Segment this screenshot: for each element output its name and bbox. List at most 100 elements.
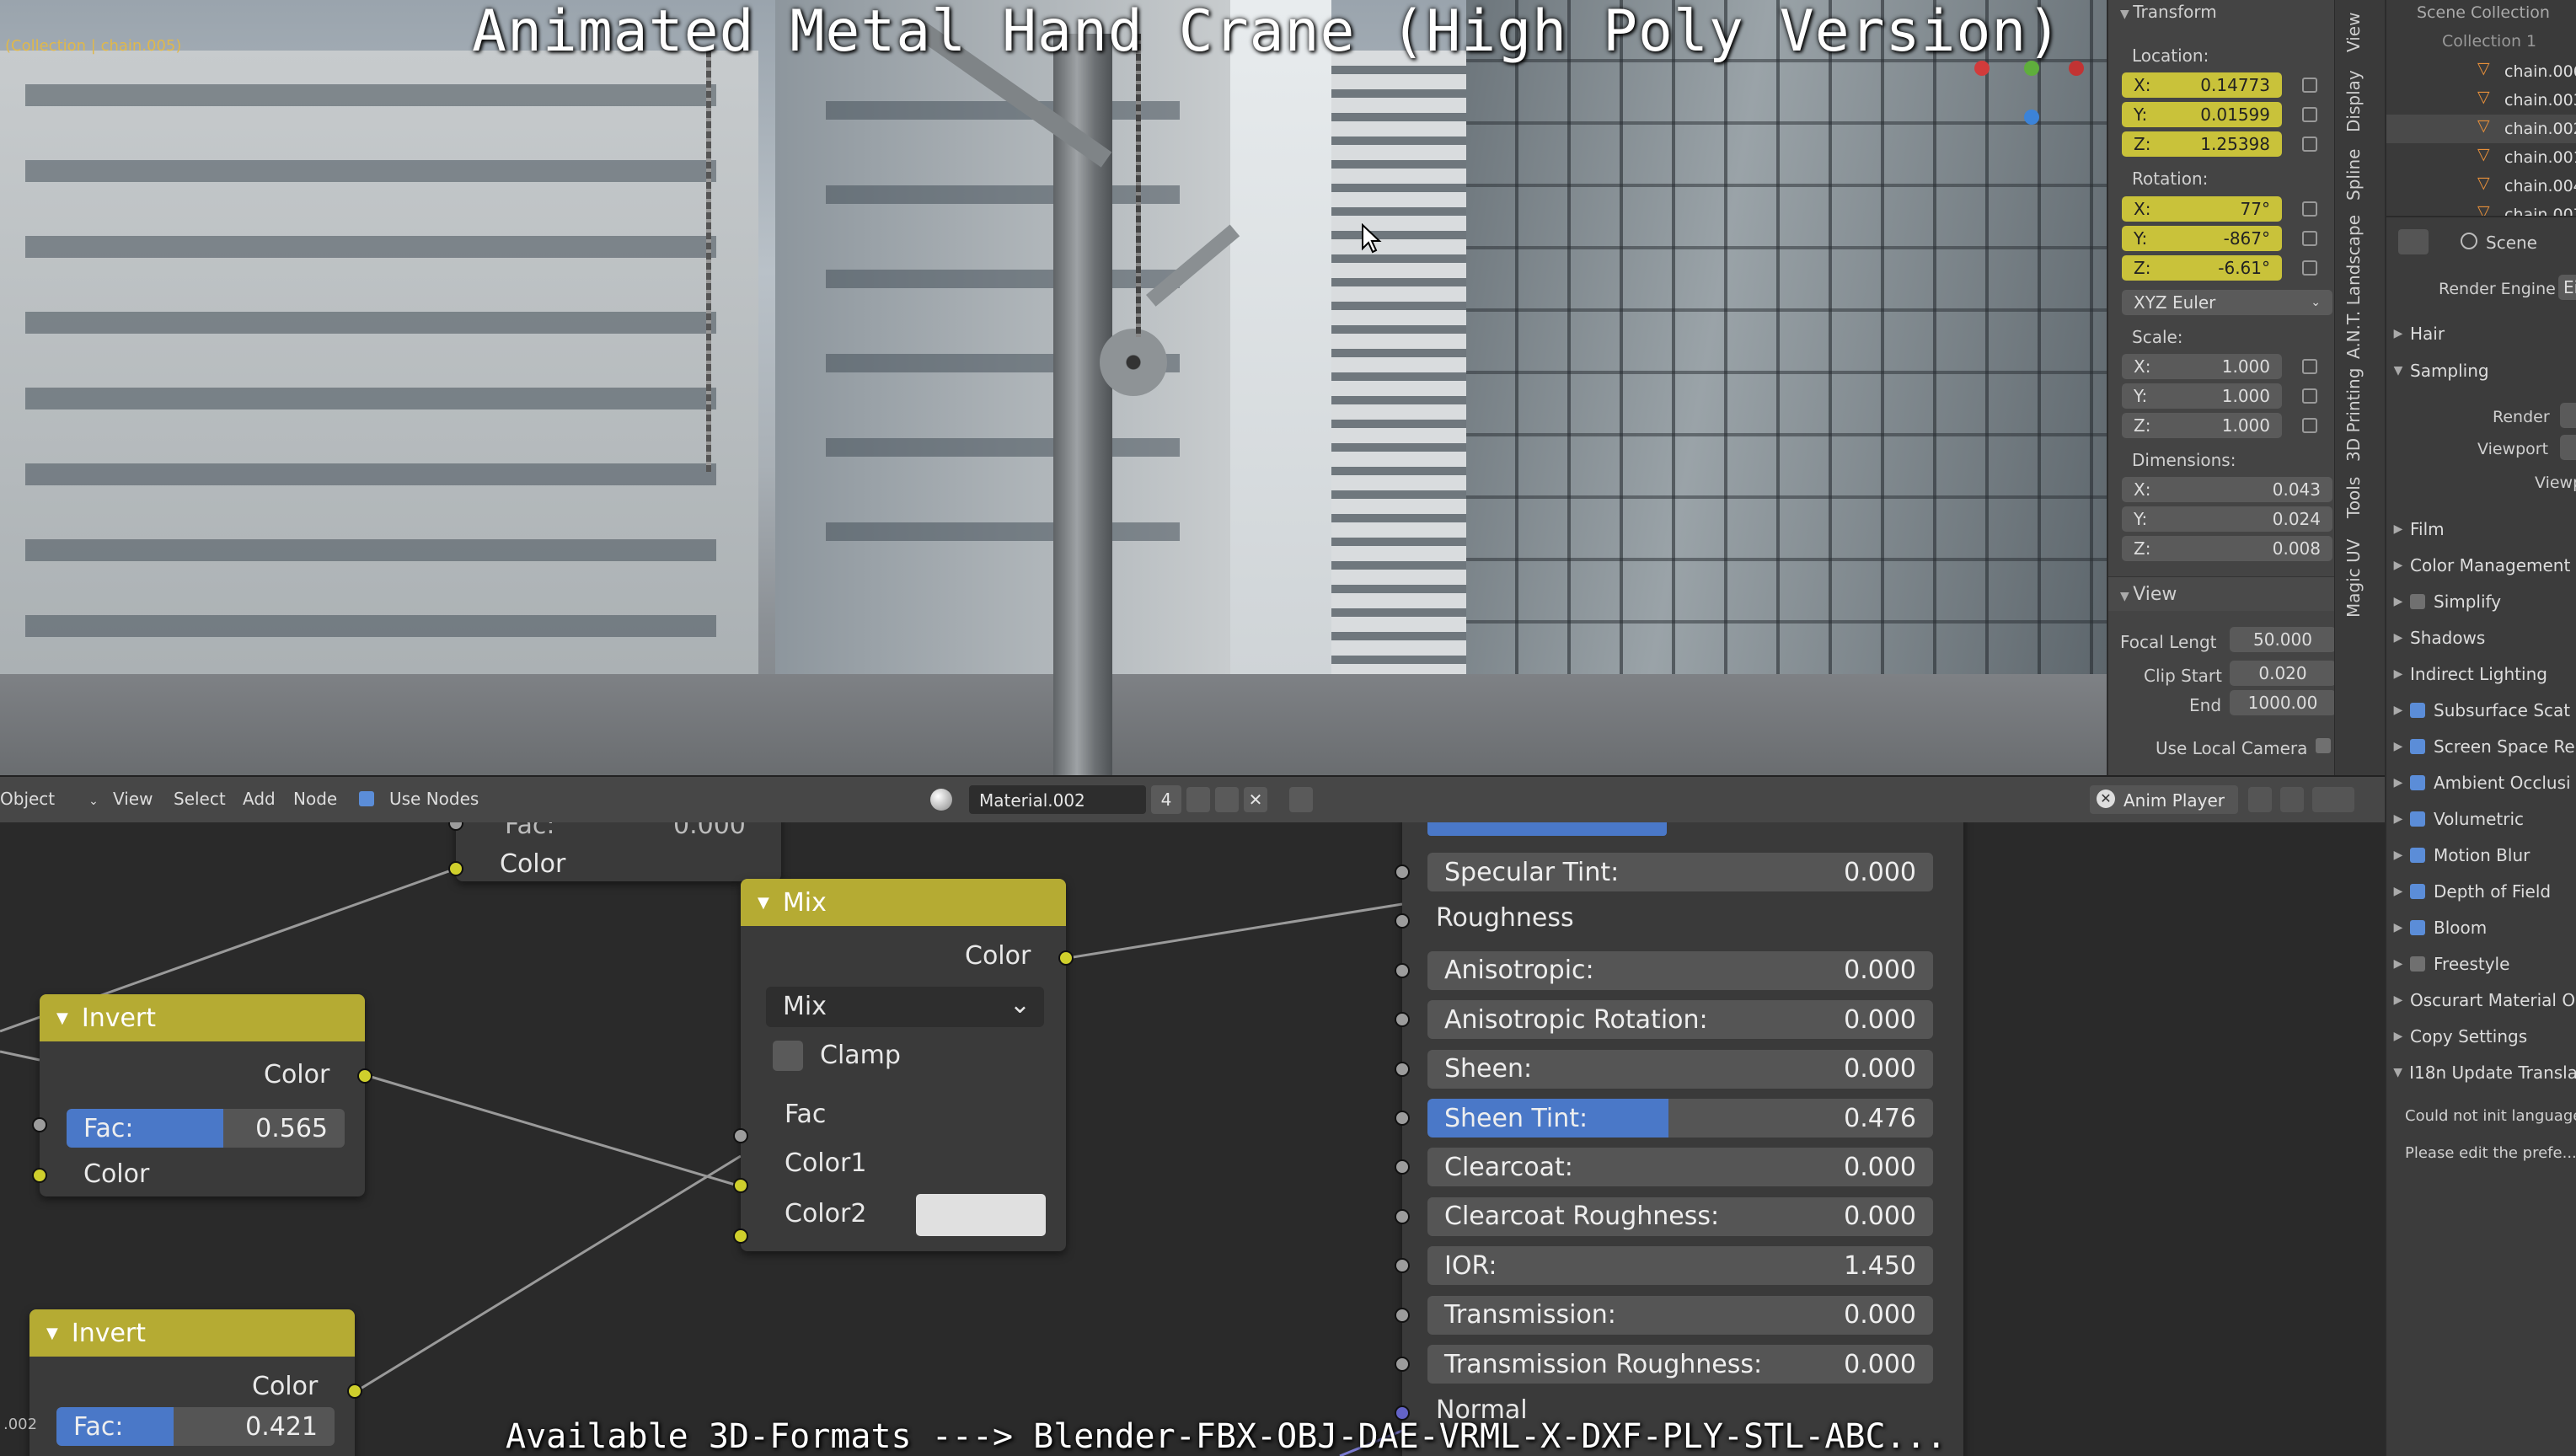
node-invert-2-header[interactable]: ▼ Invert (29, 1309, 355, 1357)
dof-checkbox[interactable] (2410, 884, 2425, 899)
socket-mix-color-out[interactable] (1058, 950, 1074, 966)
rotation-z-field[interactable]: Z: -6.61° (2122, 255, 2282, 281)
location-y-field[interactable]: Y: 0.01599 (2122, 102, 2282, 127)
ssr-checkbox[interactable] (2410, 739, 2425, 754)
socket-principled-input[interactable] (1395, 864, 1410, 880)
lock-icon[interactable] (2302, 388, 2317, 404)
pin-icon[interactable] (1289, 787, 1313, 812)
principled-input-slider[interactable]: Clearcoat Roughness: 0.000 (1427, 1196, 1933, 1236)
dimension-y-field[interactable]: Y: 0.024 (2122, 506, 2332, 532)
location-z-field[interactable]: Z: 1.25398 (2122, 131, 2282, 157)
outliner-row[interactable]: Collection 1 (2386, 29, 2576, 57)
socket-invert-color-out[interactable] (357, 1068, 372, 1084)
panel-indirect-lighting[interactable]: ▶ Indirect Lighting (2386, 657, 2576, 691)
render-samples-field[interactable] (2560, 403, 2576, 428)
ao-checkbox[interactable] (2410, 775, 2425, 790)
new-material-icon[interactable] (1186, 787, 1210, 812)
location-x-field[interactable]: X: 0.14773 (2122, 72, 2282, 98)
lock-icon[interactable] (2302, 201, 2317, 217)
material-sphere-icon[interactable] (930, 789, 952, 811)
lock-icon[interactable] (2302, 136, 2317, 152)
node-invert-header[interactable]: ▼ Invert (40, 994, 365, 1041)
lock-icon[interactable] (2302, 418, 2317, 433)
principled-input-slider[interactable]: Specular Tint: 0.000 (1427, 853, 1933, 891)
bloom-checkbox[interactable] (2410, 920, 2425, 935)
rotation-y-field[interactable]: Y: -867° (2122, 226, 2282, 251)
panel-film[interactable]: ▶ Film (2386, 512, 2576, 546)
socket-mix-color2-in[interactable] (733, 1228, 748, 1244)
focal-length-field[interactable]: 50.000 (2230, 627, 2336, 652)
tab-spline[interactable]: Spline (2343, 145, 2377, 204)
freestyle-checkbox[interactable] (2410, 956, 2425, 972)
snap-mode-icon[interactable] (2312, 787, 2354, 812)
snap-icon[interactable] (2280, 787, 2304, 812)
material-name-field[interactable]: Material.002 (969, 785, 1146, 814)
socket-color-in[interactable] (448, 861, 463, 876)
node-mix-header[interactable]: ▼ Mix (741, 879, 1066, 926)
volumetric-checkbox[interactable] (2410, 811, 2425, 827)
simplify-checkbox[interactable] (2410, 594, 2425, 609)
unlink-icon[interactable]: ✕ (1244, 787, 1267, 812)
fake-user-icon[interactable] (1215, 787, 1239, 812)
socket-invert-color-in[interactable] (32, 1168, 47, 1183)
rotation-x-field[interactable]: X: 77° (2122, 196, 2282, 222)
panel-motion-blur[interactable]: ▶ Motion Blur (2386, 838, 2576, 872)
lock-icon[interactable] (2302, 78, 2317, 93)
socket-invert2-color-out[interactable] (347, 1384, 362, 1399)
tab-magic-uv[interactable]: Magic UV (2343, 536, 2377, 620)
principled-input-slider[interactable]: Transmission Roughness: 0.000 (1427, 1345, 1933, 1384)
panel-volumetric[interactable]: ▶ Volumetric (2386, 802, 2576, 836)
blend-mode-select[interactable]: Mix ⌄ (766, 987, 1044, 1027)
rotation-mode-select[interactable]: XYZ Euler ⌄ (2122, 290, 2332, 315)
socket-principled-input[interactable] (1395, 1111, 1410, 1126)
socket-principled-input[interactable] (1395, 1061, 1410, 1077)
tab-view[interactable]: View (2343, 7, 2377, 57)
invert2-fac-slider[interactable]: Fac: 0.421 (56, 1407, 335, 1446)
clip-start-field[interactable]: 0.020 (2230, 661, 2336, 686)
socket-invert-fac-in[interactable] (32, 1117, 47, 1132)
outliner-row[interactable]: ▽ chain.002 (2386, 115, 2576, 143)
upload-icon[interactable] (2248, 787, 2272, 812)
node-invert-2[interactable]: ▼ Invert Color Fac: 0.421 (29, 1309, 355, 1456)
principled-input-slider[interactable]: Sheen Tint: 0.476 (1427, 1099, 1933, 1138)
chain-right[interactable] (1136, 34, 1141, 337)
outliner-row[interactable]: ▽ chain.006 (2386, 57, 2576, 86)
clip-end-field[interactable]: 1000.00 (2230, 690, 2336, 715)
node-invert[interactable]: ▼ Invert Color Fac: 0.565 Color (40, 994, 365, 1196)
menu-select[interactable]: Select (174, 789, 226, 809)
principled-input-slider[interactable]: Sheen: 0.000 (1427, 1049, 1933, 1089)
lock-icon[interactable] (2302, 359, 2317, 374)
use-local-camera-checkbox[interactable] (2316, 738, 2331, 753)
menu-view[interactable]: View (113, 789, 153, 809)
dimension-z-field[interactable]: Z: 0.008 (2122, 536, 2332, 561)
panel-freestyle[interactable]: ▶ Freestyle (2386, 947, 2576, 981)
node-canvas[interactable]: Fac: 0.000 Color ▼ Mix Color Mix ⌄ Clamp … (0, 822, 2385, 1456)
outliner-row[interactable]: ▽ chain.001 (2386, 143, 2576, 172)
panel-copy-settings[interactable]: ▶ Copy Settings (2386, 1020, 2576, 1053)
principled-input-slider[interactable]: IOR: 1.450 (1427, 1246, 1933, 1286)
outliner-row[interactable]: Scene Collection (2386, 0, 2576, 29)
lock-icon[interactable] (2302, 231, 2317, 246)
principled-top-slider[interactable] (1427, 822, 1667, 836)
tab-3d-printing[interactable]: 3D Printing (2343, 368, 2377, 462)
subsurface-checkbox[interactable] (2410, 703, 2425, 718)
lock-icon[interactable] (2302, 260, 2317, 276)
panel-simplify[interactable]: ▶ Simplify (2386, 585, 2576, 618)
mode-select[interactable]: Object ⌄ (0, 789, 99, 809)
anim-player-button[interactable]: ✕ Anim Player (2090, 785, 2238, 814)
principled-input-slider[interactable]: Anisotropic: 0.000 (1427, 950, 1933, 990)
panel-screen-space-reflections[interactable]: ▶ Screen Space Re (2386, 730, 2576, 763)
transform-header[interactable]: ▼ Transform (2120, 2, 2217, 22)
panel-bloom[interactable]: ▶ Bloom (2386, 911, 2576, 945)
outliner-row[interactable]: ▽ chain.003 (2386, 86, 2576, 115)
panel-shadows[interactable]: ▶ Shadows (2386, 621, 2576, 655)
panel-oscurart-material[interactable]: ▶ Oscurart Material O (2386, 983, 2576, 1017)
outliner-row[interactable]: ▽ chain.004 (2386, 172, 2576, 201)
socket-mix-fac-in[interactable] (733, 1128, 748, 1143)
scale-z-field[interactable]: Z: 1.000 (2122, 413, 2282, 438)
outliner-row[interactable]: ▽ chain.007 (2386, 201, 2576, 216)
viewport-samples-field[interactable] (2560, 435, 2576, 460)
panel-color-management[interactable]: ▶ Color Management (2386, 549, 2576, 582)
gizmo-z-dot[interactable] (2024, 110, 2039, 125)
panel-i18n-update[interactable]: ▼ I18n Update Transla (2386, 1056, 2576, 1089)
